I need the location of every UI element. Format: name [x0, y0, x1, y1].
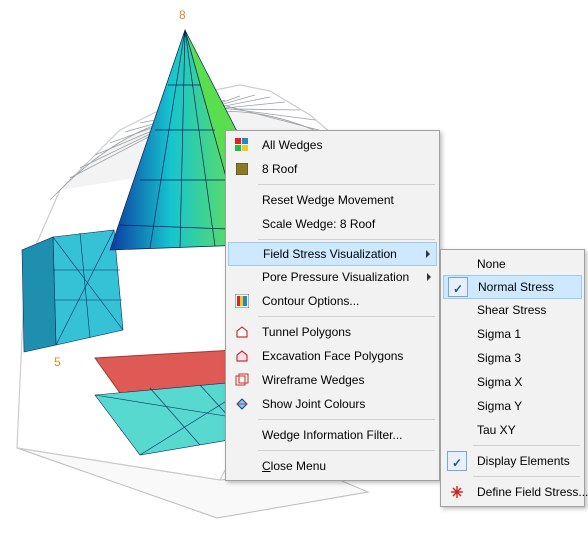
blank-icon: [443, 346, 471, 370]
menu-label: Shear Stress: [471, 303, 562, 317]
menu-label: Tunnel Polygons: [256, 325, 417, 339]
menu-wedge-information-filter[interactable]: Wedge Information Filter...: [228, 423, 437, 447]
node-label-8: 8: [179, 8, 186, 22]
menu-label: Contour Options...: [256, 294, 417, 308]
blank-icon: [443, 252, 471, 276]
check-icon: [444, 275, 472, 299]
check-icon: [443, 449, 471, 473]
menu-label: All Wedges: [256, 138, 417, 152]
menu-contour-options[interactable]: Contour Options...: [228, 289, 437, 313]
menu-tunnel-polygons[interactable]: Tunnel Polygons: [228, 320, 437, 344]
blank-icon: [443, 322, 471, 346]
menu-reset-wedge-movement[interactable]: Reset Wedge Movement: [228, 188, 437, 212]
blank-icon: [443, 298, 471, 322]
menu-label: None: [471, 257, 562, 271]
submenu-define-field-stress[interactable]: Define Field Stress...: [443, 480, 582, 504]
separator: [258, 316, 435, 317]
menu-wireframe-wedges[interactable]: Wireframe Wedges: [228, 368, 437, 392]
menu-all-wedges[interactable]: All Wedges: [228, 133, 437, 157]
separator: [258, 184, 435, 185]
blank-icon: [228, 454, 256, 478]
menu-label: Display Elements: [471, 454, 570, 468]
menu-label: Sigma Y: [471, 399, 562, 413]
submenu-sigma-y[interactable]: Sigma Y: [443, 394, 582, 418]
separator: [258, 450, 435, 451]
submenu-tau-xy[interactable]: Tau XY: [443, 418, 582, 442]
submenu-display-elements[interactable]: Display Elements: [443, 449, 582, 473]
menu-label: Show Joint Colours: [256, 397, 417, 411]
all-wedges-icon: [228, 133, 256, 157]
submenu-arrow-icon: [427, 273, 431, 281]
submenu-shear-stress[interactable]: Shear Stress: [443, 298, 582, 322]
menu-label: Sigma 3: [471, 351, 562, 365]
context-menu: All Wedges 8 Roof Reset Wedge Movement S…: [225, 130, 440, 481]
blank-icon: [228, 265, 256, 289]
blank-icon: [228, 188, 256, 212]
blank-icon: [443, 370, 471, 394]
menu-label: Tau XY: [471, 423, 562, 437]
menu-label: Wireframe Wedges: [256, 373, 417, 387]
wireframe-icon: [228, 368, 256, 392]
menu-label: Reset Wedge Movement: [256, 193, 417, 207]
separator: [258, 239, 435, 240]
submenu-sigma-1[interactable]: Sigma 1: [443, 322, 582, 346]
menu-show-joint-colours[interactable]: Show Joint Colours: [228, 392, 437, 416]
submenu-sigma-x[interactable]: Sigma X: [443, 370, 582, 394]
menu-close[interactable]: Close Menu: [228, 454, 437, 478]
node-label-5: 5: [54, 355, 61, 369]
submenu-sigma-3[interactable]: Sigma 3: [443, 346, 582, 370]
menu-label: 8 Roof: [256, 162, 417, 176]
menu-label: Normal Stress: [472, 280, 561, 294]
menu-scale-wedge[interactable]: Scale Wedge: 8 Roof: [228, 212, 437, 236]
menu-excavation-face-polygons[interactable]: Excavation Face Polygons: [228, 344, 437, 368]
contour-icon: [228, 289, 256, 313]
separator: [473, 445, 580, 446]
blank-icon: [228, 212, 256, 236]
blank-icon: [228, 423, 256, 447]
separator: [473, 476, 580, 477]
menu-pore-pressure-visualization[interactable]: Pore Pressure Visualization: [228, 265, 437, 289]
submenu-none[interactable]: None: [443, 252, 582, 276]
joint-colours-icon: [228, 392, 256, 416]
field-stress-submenu: None Normal Stress Shear Stress Sigma 1 …: [440, 249, 585, 507]
menu-roof-wedge[interactable]: 8 Roof: [228, 157, 437, 181]
blank-icon: [443, 394, 471, 418]
menu-label: Sigma 1: [471, 327, 562, 341]
menu-label: Define Field Stress...: [471, 485, 588, 499]
menu-label: Wedge Information Filter...: [256, 428, 417, 442]
menu-field-stress-visualization[interactable]: Field Stress Visualization: [228, 242, 437, 266]
tunnel-polygon-icon: [228, 320, 256, 344]
menu-label: Field Stress Visualization: [257, 247, 416, 261]
menu-label: Excavation Face Polygons: [256, 349, 417, 363]
menu-label: Sigma X: [471, 375, 562, 389]
submenu-normal-stress[interactable]: Normal Stress: [443, 275, 582, 299]
excavation-face-icon: [228, 344, 256, 368]
separator: [258, 419, 435, 420]
menu-label: Scale Wedge: 8 Roof: [256, 217, 417, 231]
define-stress-icon: [443, 480, 471, 504]
menu-label: Pore Pressure Visualization: [256, 270, 417, 284]
menu-label: Close Menu: [256, 459, 417, 473]
blank-icon: [229, 242, 257, 266]
blank-icon: [443, 418, 471, 442]
wedge-icon: [228, 157, 256, 181]
submenu-arrow-icon: [426, 250, 430, 258]
